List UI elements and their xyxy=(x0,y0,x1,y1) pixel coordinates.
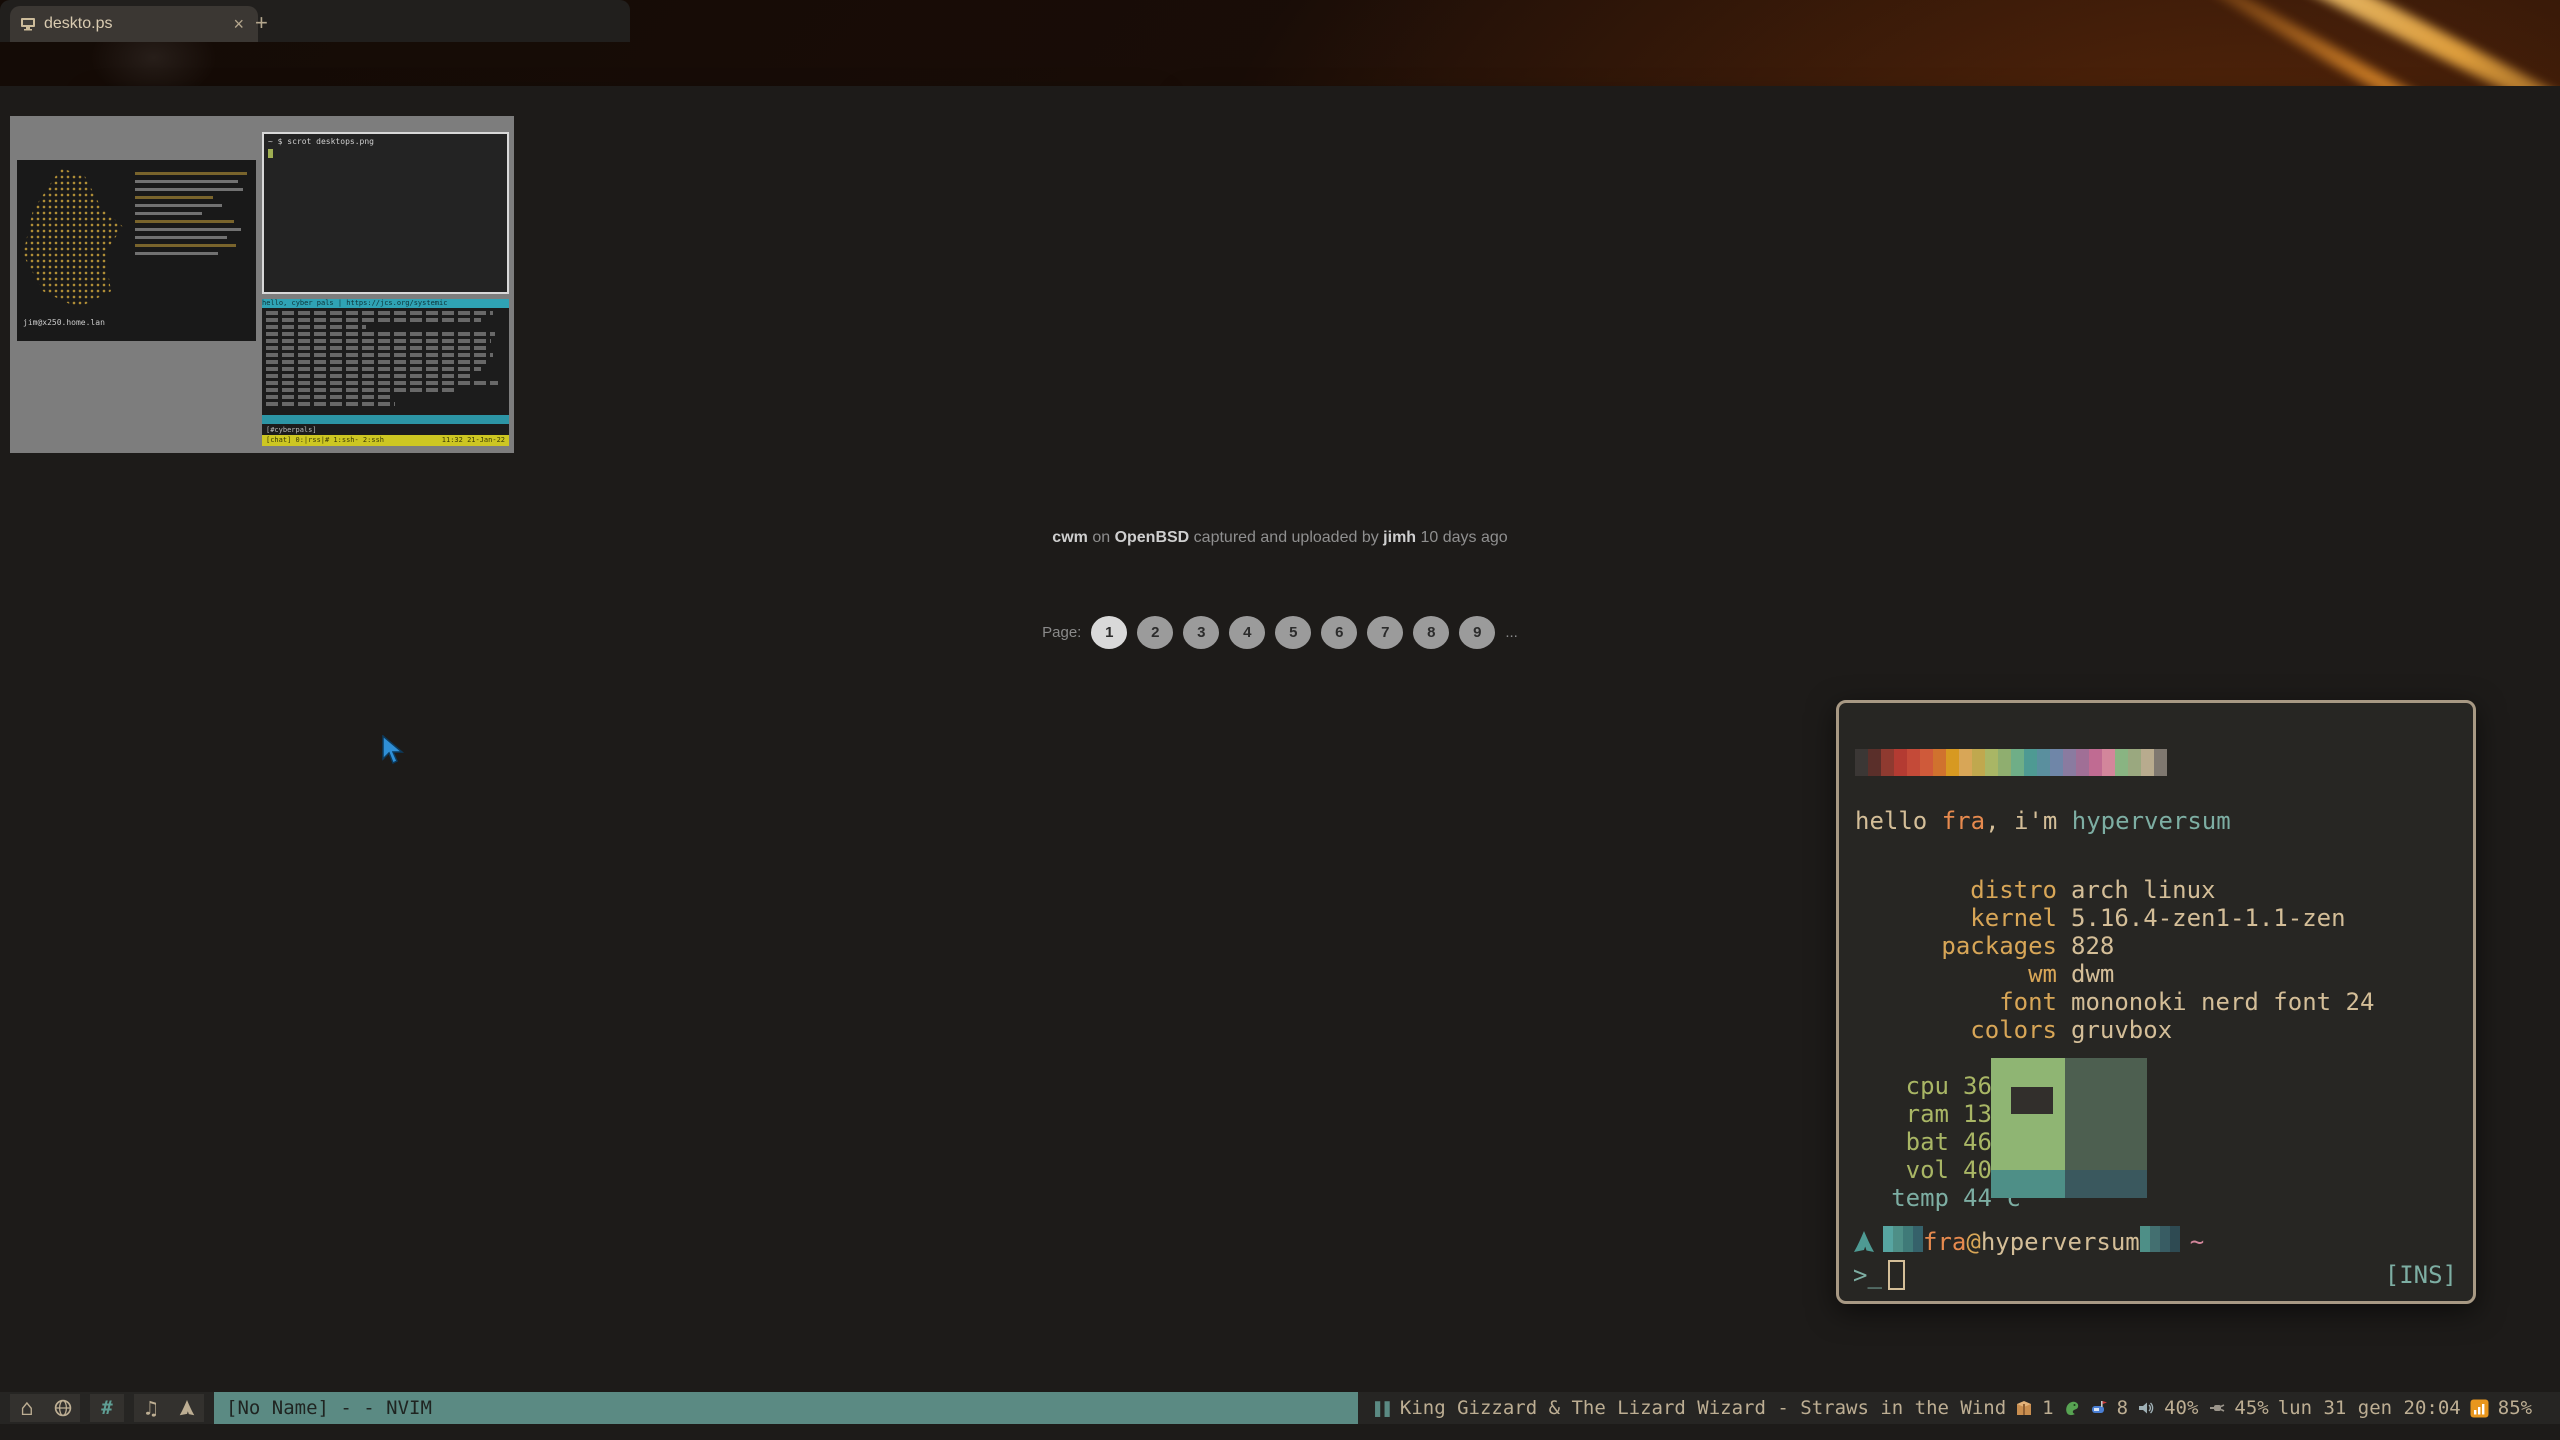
shell-prompt: fra@hyperversum ~ xyxy=(1853,1228,2204,1256)
dragon-icon xyxy=(2063,1399,2081,1417)
palette-swatch xyxy=(1998,749,2011,776)
screenshot-thumbnail[interactable]: jim@x250.home.lan ~ $ scrot desktops.png… xyxy=(10,116,514,453)
palette-swatch xyxy=(1868,749,1881,776)
palette-swatch xyxy=(1881,749,1894,776)
tag-group-2: # xyxy=(90,1394,124,1422)
palette-swatch xyxy=(2037,749,2050,776)
palette-swatch xyxy=(1933,749,1946,776)
vi-mode-indicator: [INS] xyxy=(2385,1261,2457,1289)
palette-swatch xyxy=(1894,749,1907,776)
tab-favicon xyxy=(20,17,36,31)
shot-host-text: jim@x250.home.lan xyxy=(23,318,105,327)
fetch-stat-row: cpu36% xyxy=(1839,1072,2006,1100)
mailbox-icon xyxy=(2090,1399,2108,1417)
volume-percent: 40% xyxy=(2164,1397,2198,1419)
arch-logo-icon xyxy=(1853,1230,1875,1254)
shot-right-terminal: ~ $ scrot desktops.png xyxy=(262,132,509,294)
pause-icon: ❚❚ xyxy=(1372,1397,1391,1419)
tag-code-selected[interactable]: # xyxy=(96,1395,118,1421)
tag-home-icon[interactable]: ⌂ xyxy=(16,1395,38,1421)
updates-count: 1 xyxy=(2042,1397,2053,1419)
plug-icon xyxy=(2207,1399,2225,1417)
fetch-stat-row: bat46% xyxy=(1839,1128,2006,1156)
palette-swatch xyxy=(2128,749,2141,776)
tab-strip: deskto.ps × + xyxy=(0,0,630,42)
palette-swatch xyxy=(1946,749,1959,776)
fetch-stat-row: vol40% xyxy=(1839,1156,2006,1184)
palette-swatch xyxy=(1959,749,1972,776)
fetch-stat-row: ram13% xyxy=(1839,1100,2006,1128)
palette-swatch xyxy=(2024,749,2037,776)
tag-arch-icon[interactable] xyxy=(176,1395,198,1421)
tab-title: deskto.ps xyxy=(44,15,229,33)
fetch-greeting: hello fra, i'm hyperversum xyxy=(1855,807,2231,835)
tab-close-icon[interactable]: × xyxy=(229,14,248,35)
color-palette-strip xyxy=(1855,749,2167,776)
mouse-cursor xyxy=(381,735,407,765)
screenshot-caption: cwm on OpenBSD captured and uploaded by … xyxy=(0,529,630,547)
fetch-info-row: colorsgruvbox xyxy=(1839,1016,2172,1044)
palette-swatch xyxy=(2154,749,2167,776)
shot-ascii-art xyxy=(23,168,123,308)
tag-music-icon[interactable]: ♫ xyxy=(140,1395,162,1421)
focused-window-title[interactable]: [No Name] - - NVIM xyxy=(214,1392,1358,1424)
tag-web-icon[interactable] xyxy=(52,1395,74,1421)
status-now-playing: King Gizzard & The Lizard Wizard - Straw… xyxy=(1400,1397,2006,1419)
fetch-block-graphic xyxy=(1991,1058,2147,1198)
mail-count: 8 xyxy=(2117,1397,2128,1419)
palette-swatch xyxy=(2050,749,2063,776)
browser-viewport: jim@x250.home.lan ~ $ scrot desktops.png… xyxy=(0,86,630,598)
shot-cursor xyxy=(268,149,273,158)
fetch-info-row: kernel5.16.4-zen1-1.1-zen xyxy=(1839,904,2346,932)
palette-swatch xyxy=(2115,749,2128,776)
shot-irc-bar xyxy=(262,415,509,424)
palette-swatch xyxy=(2011,749,2024,776)
palette-swatch xyxy=(2102,749,2115,776)
palette-swatch xyxy=(2076,749,2089,776)
shot-irc-window: hello, cyber pals | https://jcs.org/syst… xyxy=(262,299,509,446)
status-modules: ❚❚ King Gizzard & The Lizard Wizard - St… xyxy=(1358,1392,2560,1424)
new-tab-button[interactable]: + xyxy=(255,10,268,36)
palette-swatch xyxy=(1985,749,1998,776)
shell-input-line[interactable]: >_ xyxy=(1853,1261,1905,1289)
signal-icon xyxy=(2470,1399,2489,1418)
net-percent: 85% xyxy=(2498,1397,2532,1419)
palette-swatch xyxy=(1920,749,1933,776)
palette-swatch xyxy=(2063,749,2076,776)
shot-fetch-lines xyxy=(135,172,247,260)
palette-swatch xyxy=(1907,749,1920,776)
fetch-info-row: distroarch linux xyxy=(1839,876,2216,904)
terminal-fetch[interactable]: hello fra, i'm hyperversum distroarch li… xyxy=(1836,700,2476,1304)
tab-desktops[interactable]: deskto.ps × xyxy=(10,6,258,42)
tag-group-3: ♫ xyxy=(134,1394,204,1422)
status-clock: lun 31 gen 20:04 xyxy=(2278,1397,2461,1419)
fetch-info-row: fontmononoki nerd font 24 xyxy=(1839,988,2374,1016)
shot-scrot-command: ~ $ scrot desktops.png xyxy=(264,134,507,149)
fetch-info-row: packages828 xyxy=(1839,932,2114,960)
palette-swatch xyxy=(1855,749,1868,776)
battery-percent: 45% xyxy=(2234,1397,2268,1419)
volume-icon xyxy=(2137,1399,2155,1417)
terminal-cursor xyxy=(1888,1260,1905,1290)
shot-irc-topic: hello, cyber pals | https://jcs.org/syst… xyxy=(262,299,509,308)
palette-swatch xyxy=(1972,749,1985,776)
fetch-info-row: wmdwm xyxy=(1839,960,2114,988)
package-icon xyxy=(2015,1399,2033,1417)
shot-irc-lines xyxy=(262,308,509,412)
palette-swatch xyxy=(2141,749,2154,776)
shot-left-terminal: jim@x250.home.lan xyxy=(17,160,256,341)
shot-irc-statusbar: [chat] 0:|rss|# 1:ssh- 2:ssh 11:32 21-Ja… xyxy=(262,435,509,446)
browser-window[interactable]: deskto.ps × + ← → ↻ https://deskto.ps/ ☆… xyxy=(0,0,630,598)
tag-group-1: ⌂ xyxy=(10,1394,80,1422)
palette-swatch xyxy=(2089,749,2102,776)
shot-irc-channel: [#cyberpals] xyxy=(266,426,317,434)
dwm-statusbar: ⌂ # ♫ [No Name] - - NVIM ❚❚ King Gizzard… xyxy=(0,1392,2560,1424)
